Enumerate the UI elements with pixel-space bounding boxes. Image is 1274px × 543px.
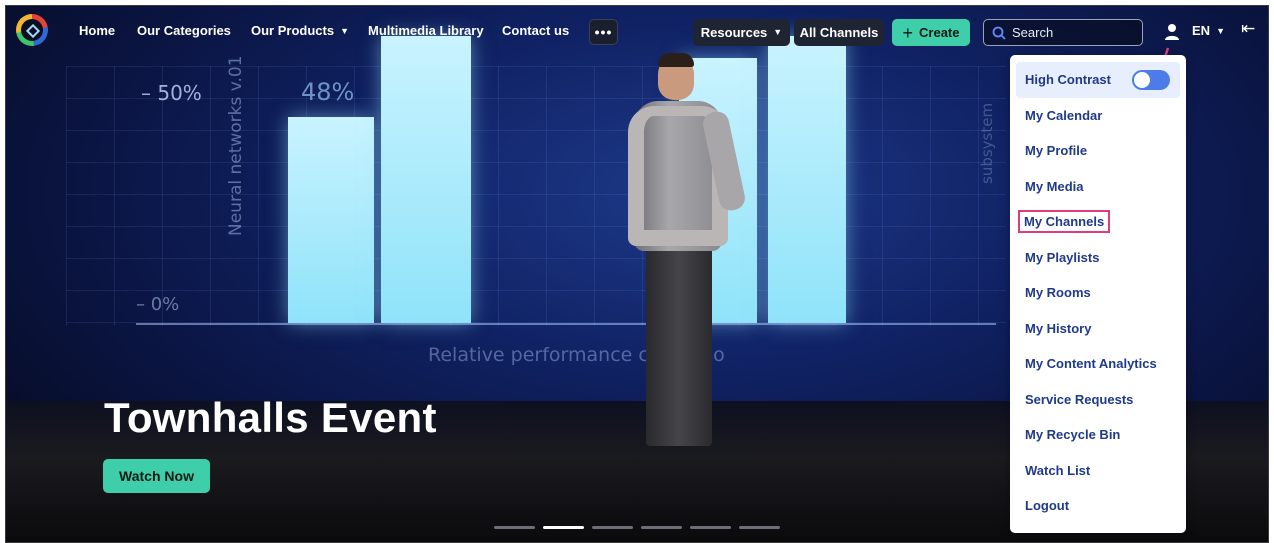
nav-contact-label: Contact us (502, 23, 570, 38)
user-menu: High Contrast My Calendar My Profile My … (1010, 55, 1186, 533)
resources-button[interactable]: Resources ▼ (693, 19, 790, 46)
carousel-dot[interactable] (690, 526, 731, 529)
menu-item-content-analytics[interactable]: My Content Analytics (1016, 346, 1180, 382)
nav-categories-label: Our Categories (137, 23, 231, 38)
carousel-dot[interactable] (739, 526, 780, 529)
more-icon: ••• (594, 24, 613, 40)
speaker-figure (606, 51, 756, 471)
menu-item-history[interactable]: My History (1016, 311, 1180, 347)
stage-label: Neural networks v.01 (226, 55, 246, 236)
stage-bar (288, 117, 374, 323)
carousel-dot-active[interactable] (543, 526, 584, 529)
chevron-down-icon: ▼ (1216, 26, 1225, 36)
stage-label: 48% (301, 78, 355, 106)
highlighted-channels-label: My Channels (1017, 210, 1111, 234)
nav-home[interactable]: Home (79, 23, 115, 38)
nav-home-label: Home (79, 23, 116, 38)
stage-bar (768, 36, 846, 323)
nav-library[interactable]: Multimedia Library (368, 23, 484, 38)
search-icon (992, 26, 1006, 40)
user-icon[interactable] (1164, 22, 1180, 42)
more-menu-button[interactable]: ••• (589, 19, 618, 45)
stage-label: – 0% (136, 294, 180, 315)
menu-item-playlists[interactable]: My Playlists (1016, 240, 1180, 276)
menu-item-media[interactable]: My Media (1016, 169, 1180, 205)
toggle-knob (1134, 71, 1150, 88)
nav-products-label: Our Products (251, 23, 335, 38)
menu-item-rooms[interactable]: My Rooms (1016, 275, 1180, 311)
stage-bar (381, 36, 471, 323)
create-button[interactable]: + Create (892, 19, 970, 46)
menu-item-profile[interactable]: My Profile (1016, 133, 1180, 169)
top-navigation: Home Our Categories Our Products ▼ Multim… (6, 6, 1268, 60)
carousel-indicators (494, 526, 780, 529)
language-selector[interactable]: EN ▼ (1192, 23, 1225, 38)
language-label: EN (1192, 23, 1211, 38)
nav-library-label: Multimedia Library (368, 23, 484, 38)
carousel-dot[interactable] (494, 526, 535, 529)
search-input[interactable] (1012, 25, 1132, 40)
stage-baseline (136, 323, 996, 325)
menu-item-service-requests[interactable]: Service Requests (1016, 382, 1180, 418)
menu-item-channels[interactable]: My Channels (1016, 204, 1180, 240)
search-box[interactable] (983, 19, 1143, 46)
hero-title: Townhalls Event (104, 394, 437, 441)
nav-categories[interactable]: Our Categories (137, 23, 231, 38)
create-label: Create (919, 25, 960, 40)
high-contrast-item[interactable]: High Contrast (1016, 62, 1180, 98)
stage-label: subsystem (978, 102, 996, 184)
nav-contact[interactable]: Contact us (502, 23, 569, 38)
resources-label: Resources (700, 25, 768, 40)
carousel-dot[interactable] (592, 526, 633, 529)
high-contrast-label: High Contrast (1025, 72, 1111, 88)
app-frame: – 50% 48% – 0% Neural networks v.01 subs… (5, 5, 1269, 543)
menu-item-logout[interactable]: Logout (1016, 488, 1180, 524)
all-channels-button[interactable]: All Channels (794, 19, 884, 46)
menu-item-calendar[interactable]: My Calendar (1016, 98, 1180, 134)
stage-grid (66, 66, 1006, 326)
watch-now-button[interactable]: Watch Now (103, 459, 210, 493)
menu-item-recycle-bin[interactable]: My Recycle Bin (1016, 417, 1180, 453)
nav-products[interactable]: Our Products ▼ (251, 23, 349, 38)
carousel-dot[interactable] (641, 526, 682, 529)
collapse-icon[interactable]: ⇤ (1241, 19, 1255, 39)
stage-label: – 50% (141, 81, 202, 105)
logo-icon[interactable] (16, 14, 48, 46)
chevron-down-icon: ▼ (340, 26, 349, 36)
menu-item-watch-list[interactable]: Watch List (1016, 453, 1180, 489)
plus-icon: + (902, 22, 914, 43)
high-contrast-toggle[interactable] (1132, 69, 1170, 90)
chevron-down-icon: ▼ (773, 26, 783, 37)
